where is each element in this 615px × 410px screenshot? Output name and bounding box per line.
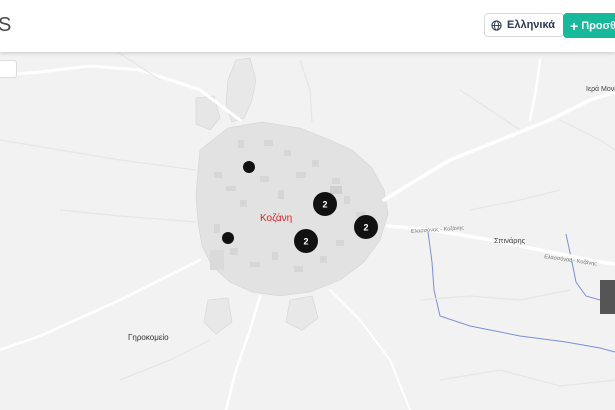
zoom-control[interactable] <box>0 60 17 78</box>
cluster-count: 2 <box>303 237 308 247</box>
place-label-gerokomeio: Γηροκομείο <box>128 333 169 342</box>
map-edge-feature <box>600 280 615 314</box>
place-label-spinaris: Σπινάρης <box>494 236 526 245</box>
cluster-marker[interactable]: 2 <box>354 215 378 239</box>
language-button[interactable]: Ελληνικά <box>484 13 564 37</box>
add-button[interactable]: + Προσθήκη <box>563 13 615 38</box>
cluster-marker[interactable]: 2 <box>313 192 337 216</box>
cluster-count: 2 <box>322 200 327 210</box>
language-label: Ελληνικά <box>507 19 555 31</box>
app-window: Κοζάνη Γηροκομείο Σπινάρης Ιερά Μονή Ανα… <box>0 0 615 410</box>
city-label: Κοζάνη <box>260 212 292 224</box>
cluster-count: 2 <box>363 223 368 233</box>
plus-icon: + <box>570 17 579 34</box>
map-canvas[interactable]: Κοζάνη Γηροκομείο Σπινάρης Ιερά Μονή Ανα… <box>0 0 615 410</box>
top-bar: S Ελληνικά + Προσθήκη <box>0 0 615 52</box>
single-marker[interactable] <box>222 232 234 244</box>
cluster-marker[interactable]: 2 <box>294 229 318 253</box>
map-view[interactable]: Κοζάνη Γηροκομείο Σπινάρης Ιερά Μονή Ανα… <box>0 0 615 410</box>
brand-title: S <box>0 14 12 36</box>
globe-icon <box>491 19 502 31</box>
place-label-monastery: Ιερά Μονή Αναλήψεως <box>586 85 615 93</box>
add-label: Προσθήκη <box>581 19 615 32</box>
single-marker[interactable] <box>243 161 255 173</box>
